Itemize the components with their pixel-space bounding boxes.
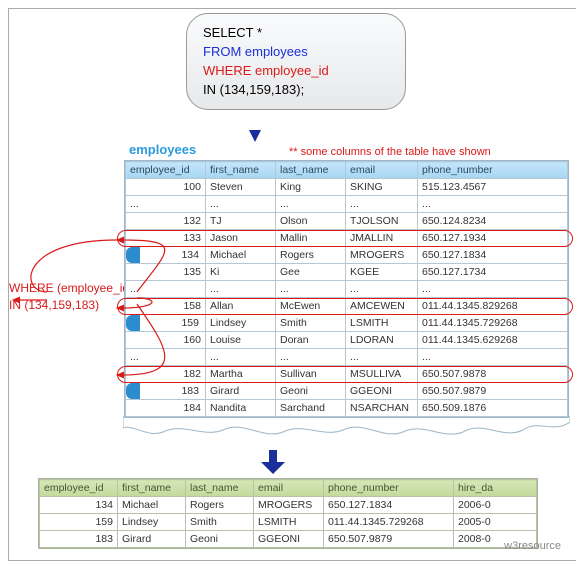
table-row-ellipsis: ............... — [126, 196, 568, 213]
col-email: email — [254, 480, 324, 497]
col-first-name: first_name — [206, 162, 276, 179]
table-row: 184NanditaSarchandNSARCHAN650.509.1876 — [126, 400, 568, 417]
table-row: 132TJOlsonTJOLSON650.124.8234 — [126, 213, 568, 230]
footer-credit: w3resource — [504, 540, 561, 552]
table-row-ellipsis: ............... — [126, 349, 568, 366]
table-row-highlight: 159LindseySmithLSMITH011.44.1345.729268 — [126, 315, 568, 332]
columns-note: ** some columns of the table have shown — [289, 146, 491, 158]
table-row: 159LindseySmithLSMITH011.44.1345.7292682… — [40, 514, 537, 531]
table-row-ellipsis: ............... — [126, 281, 568, 298]
table-row: 100 Steven King SKING 515.123.4567 — [126, 179, 568, 196]
sql-line-in: IN (134,159,183); — [203, 81, 389, 100]
arrow-down-icon — [259, 448, 287, 476]
table-row-highlight: 134MichaelRogersMROGERS650.127.1834 — [126, 247, 568, 264]
diagram-stage: employees ** some columns of the table h… — [9, 120, 569, 560]
col-last-name: last_name — [186, 480, 254, 497]
table-header-row: employee_id first_name last_name email p… — [40, 480, 537, 497]
col-hire-date: hire_da — [454, 480, 537, 497]
table-row: 183GirardGeoniGGEONI650.507.98792008-0 — [40, 531, 537, 548]
col-first-name: first_name — [118, 480, 186, 497]
sql-line-from: FROM employees — [203, 43, 389, 62]
sql-line-where: WHERE employee_id — [203, 62, 389, 81]
table-row: 158AllanMcEwenAMCEWEN011.44.1345.829268 — [126, 298, 568, 315]
table-row: 134MichaelRogersMROGERS650.127.18342006-… — [40, 497, 537, 514]
where-line1: WHERE (employee_id) — [9, 280, 133, 297]
col-employee-id: employee_id — [40, 480, 118, 497]
col-phone: phone_number — [324, 480, 454, 497]
sql-line-select: SELECT * — [203, 24, 389, 43]
employees-table-label: employees — [129, 142, 196, 157]
table-row: 133JasonMallinJMALLIN650.127.1934 — [126, 230, 568, 247]
col-last-name: last_name — [276, 162, 346, 179]
where-line2: IN (134,159,183) — [9, 297, 133, 314]
table-row: 135KiGeeKGEE650.127.1734 — [126, 264, 568, 281]
where-clause-label: WHERE (employee_id) IN (134,159,183) — [9, 280, 133, 314]
employees-table: employee_id first_name last_name email p… — [124, 160, 569, 418]
torn-edge-icon — [123, 416, 570, 440]
table-row: 160LouiseDoranLDORAN011.44.1345.629268 — [126, 332, 568, 349]
col-phone: phone_number — [418, 162, 568, 179]
table-row-highlight: 183GirardGeoniGGEONI650.507.9879 — [126, 383, 568, 400]
table-row: 182MarthaSullivanMSULLIVA650.507.9878 — [126, 366, 568, 383]
col-employee-id: employee_id — [126, 162, 206, 179]
sql-query-box: SELECT * FROM employees WHERE employee_i… — [186, 13, 406, 110]
col-email: email — [346, 162, 418, 179]
arrow-down-icon — [249, 130, 261, 142]
table-header-row: employee_id first_name last_name email p… — [126, 162, 568, 179]
